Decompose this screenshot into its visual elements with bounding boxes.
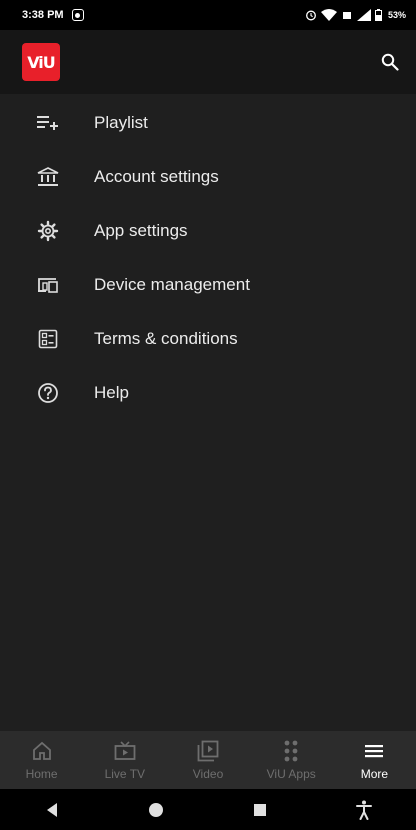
back-icon — [47, 802, 57, 817]
nav-home[interactable]: Home — [0, 731, 83, 789]
menu-item-device-management[interactable]: Device management — [0, 258, 416, 312]
home-circle-icon — [149, 802, 163, 817]
home-button[interactable] — [136, 795, 176, 825]
nav-label: More — [360, 767, 389, 781]
system-nav-bar — [0, 789, 416, 830]
recents-button[interactable] — [240, 795, 280, 825]
nav-more[interactable]: More — [333, 731, 416, 789]
menu-item-label: Device management — [94, 275, 250, 294]
menu-item-label: Terms & conditions — [94, 329, 238, 348]
menu-item-label: App settings — [94, 221, 188, 240]
home-icon — [32, 739, 52, 763]
recents-square-icon — [254, 803, 266, 816]
menu-item-app-settings[interactable]: App settings — [0, 204, 416, 258]
notification-icon — [71, 9, 84, 21]
data-icon — [342, 12, 351, 19]
battery-icon — [374, 9, 382, 21]
video-library-icon — [197, 739, 219, 763]
devices-icon — [36, 273, 60, 297]
signal-icon — [356, 9, 371, 21]
nav-live-tv[interactable]: Live TV — [83, 731, 166, 789]
menu-item-label: Account settings — [94, 167, 219, 186]
help-circle-icon — [36, 381, 60, 405]
nav-viu-apps[interactable]: ViU Apps — [250, 731, 333, 789]
playlist-add-icon — [36, 111, 60, 135]
menu-item-terms-conditions[interactable]: Terms & conditions — [0, 312, 416, 366]
status-bar: 3:38 PM 53% — [0, 0, 416, 30]
back-button[interactable] — [32, 795, 72, 825]
accessibility-button[interactable] — [344, 795, 384, 825]
wifi-icon — [320, 9, 337, 21]
menu-item-label: Help — [94, 383, 129, 402]
menu-item-playlist[interactable]: Playlist — [0, 96, 416, 150]
nav-video[interactable]: Video — [166, 731, 249, 789]
more-menu: Playlist Account settings App settings D… — [0, 96, 416, 420]
bank-icon — [36, 165, 60, 189]
apps-grid-icon — [282, 739, 300, 763]
tv-icon — [114, 739, 136, 763]
search-button[interactable] — [374, 46, 406, 78]
menu-item-help[interactable]: Help — [0, 366, 416, 420]
menu-item-account-settings[interactable]: Account settings — [0, 150, 416, 204]
gear-icon — [36, 219, 60, 243]
alarm-icon — [306, 10, 316, 21]
status-icons: 53% — [305, 9, 406, 21]
viu-logo[interactable]: ViU — [22, 43, 60, 81]
nav-label: ViU Apps — [266, 767, 316, 781]
app-bar: ViU — [0, 30, 416, 94]
search-icon — [381, 53, 399, 71]
menu-icon — [364, 739, 384, 763]
battery-percent: 53% — [387, 10, 406, 20]
nav-label: Video — [192, 767, 224, 781]
nav-label: Live TV — [104, 767, 146, 781]
status-time: 3:38 PM — [22, 9, 64, 21]
document-list-icon — [36, 327, 60, 351]
accessibility-icon — [356, 800, 372, 820]
menu-item-label: Playlist — [94, 113, 148, 132]
bottom-nav: Home Live TV Video ViU Apps More — [0, 731, 416, 789]
nav-label: Home — [25, 767, 58, 781]
